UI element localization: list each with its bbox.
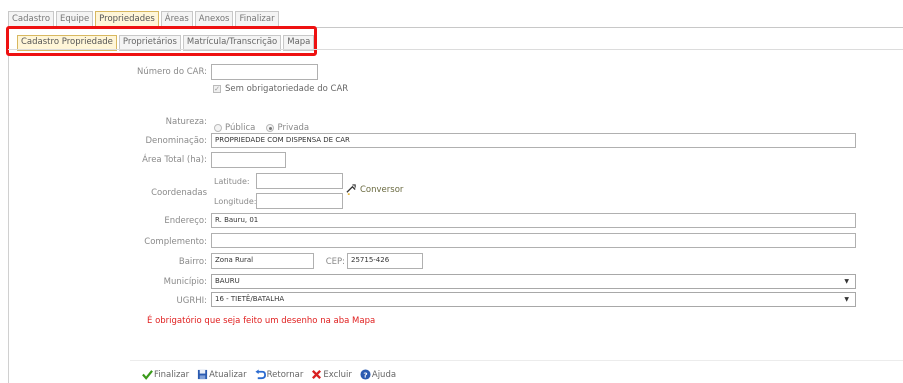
denominacao-input[interactable]: PROPRIEDADE COM DISPENSA DE CAR: [211, 133, 856, 148]
natureza-publica-label: Pública: [225, 123, 256, 133]
car-label: Número do CAR:: [136, 67, 207, 77]
municipio-select[interactable]: BAURU ▼: [211, 274, 856, 289]
latitude-label: Latitude:: [214, 177, 250, 186]
conversor-link[interactable]: Conversor: [346, 184, 403, 195]
return-arrow-icon: [255, 369, 266, 380]
complemento-label: Complemento:: [144, 237, 207, 247]
action-bar: Finalizar Atualizar Retornar Excluir ? A…: [142, 369, 396, 380]
conversor-icon: [346, 184, 356, 195]
radio-publica[interactable]: [214, 124, 222, 132]
area-total-input[interactable]: [211, 152, 286, 168]
excluir-label: Excluir: [323, 369, 352, 380]
cep-input[interactable]: 25715-426: [347, 253, 423, 269]
natureza-publica-option[interactable]: Pública: [214, 123, 255, 133]
endereco-input[interactable]: R. Bauru, 01: [211, 213, 856, 228]
retornar-button[interactable]: Retornar: [255, 369, 304, 380]
delete-x-icon: [312, 369, 322, 380]
endereco-label: Endereço:: [164, 216, 207, 226]
area-label: Área Total (ha):: [142, 155, 207, 165]
natureza-label: Natureza:: [165, 117, 207, 127]
natureza-privada-option[interactable]: Privada: [266, 123, 309, 133]
save-icon: [198, 369, 208, 380]
excluir-button[interactable]: Excluir: [311, 369, 352, 380]
ajuda-button[interactable]: ? Ajuda: [360, 369, 396, 380]
atualizar-label: Atualizar: [209, 369, 247, 380]
footer-divider: [130, 360, 903, 361]
sem-car-label: Sem obrigatoriedade do CAR: [225, 84, 349, 94]
car-number-input[interactable]: [211, 64, 318, 80]
validation-error-message: É obrigatório que seja feito um desenho …: [147, 316, 376, 326]
svg-text:?: ?: [363, 370, 367, 379]
chevron-down-icon: ▼: [844, 296, 849, 303]
content-divider: [8, 49, 903, 50]
conversor-label: Conversor: [360, 184, 404, 195]
municipio-value: BAURU: [215, 277, 240, 285]
ugrhi-label: UGRHI:: [176, 296, 207, 306]
finalizar-button[interactable]: Finalizar: [142, 369, 189, 380]
radio-privada[interactable]: [266, 124, 275, 132]
cep-label: CEP:: [325, 257, 345, 267]
highlight-annotation: [6, 26, 317, 56]
complemento-input[interactable]: [211, 233, 856, 248]
panel-left-border: [8, 27, 9, 383]
municipio-label: Município:: [163, 277, 207, 287]
ugrhi-select[interactable]: 16 - TIETÊ/BATALHA ▼: [211, 292, 856, 307]
ugrhi-value: 16 - TIETÊ/BATALHA: [215, 295, 285, 303]
atualizar-button[interactable]: Atualizar: [197, 369, 247, 380]
coordenadas-label: Coordenadas: [151, 188, 207, 198]
sem-car-checkbox[interactable]: ✓: [213, 85, 221, 93]
checkmark-icon: [142, 370, 153, 380]
help-icon: ?: [360, 369, 371, 380]
denominacao-label: Denominação:: [145, 136, 207, 146]
retornar-label: Retornar: [266, 369, 304, 380]
longitude-label: Longitude:: [214, 197, 257, 206]
sem-car-checkbox-row: ✓ Sem obrigatoriedade do CAR: [213, 84, 348, 94]
longitude-input[interactable]: [256, 193, 343, 209]
chevron-down-icon: ▼: [844, 278, 849, 285]
finalizar-label: Finalizar: [154, 369, 190, 380]
ajuda-label: Ajuda: [371, 369, 397, 380]
natureza-privada-label: Privada: [277, 123, 310, 133]
latitude-input[interactable]: [256, 173, 343, 189]
